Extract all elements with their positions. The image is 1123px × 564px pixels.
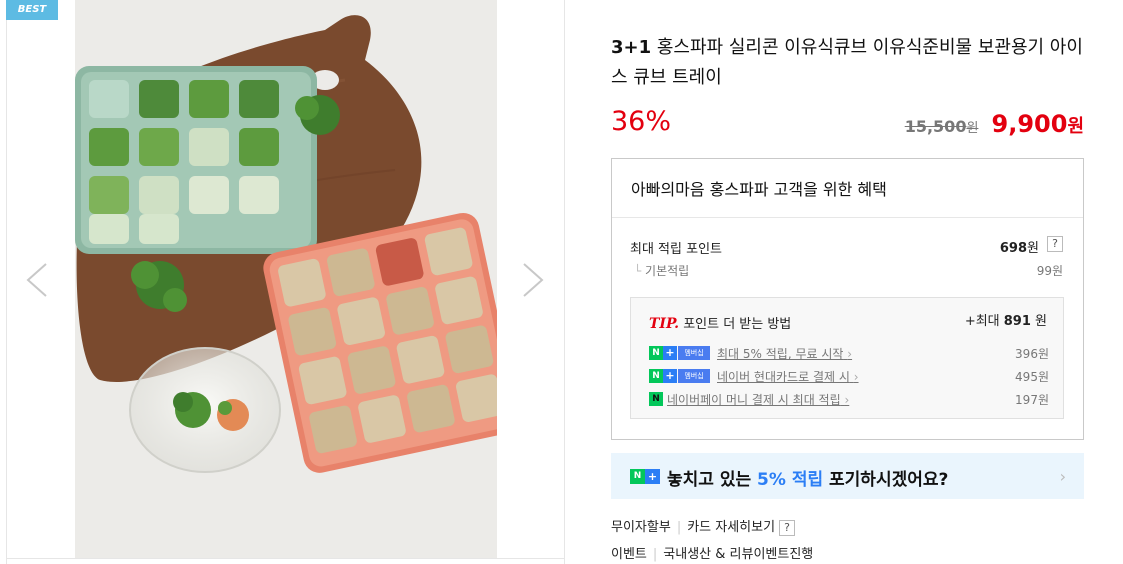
installment-row: 무이자할부 | 카드 자세히보기? bbox=[611, 516, 796, 536]
best-badge: BEST bbox=[6, 0, 58, 20]
basic-points-label-text: 기본적립 bbox=[645, 264, 690, 278]
chevron-left-icon bbox=[26, 263, 47, 297]
naver-n-icon: N bbox=[630, 469, 645, 484]
hyundai-card-link-text: 네이버 현대카드로 결제 시 bbox=[717, 370, 850, 384]
membership-promo-banner[interactable]: N + 놓치고 있는 5% 적립 포기하시겠어요? › bbox=[611, 453, 1084, 499]
image-panel-bottom-border bbox=[6, 558, 565, 559]
chevron-right-icon: › bbox=[847, 347, 853, 361]
tip-heading: TIP. 포인트 더 받는 방법 bbox=[649, 313, 791, 332]
original-price: 15,500 bbox=[904, 117, 967, 136]
tip-heading-text: 포인트 더 받는 방법 bbox=[679, 317, 792, 332]
indent-corner-icon: └ bbox=[634, 264, 646, 278]
naverpay-link[interactable]: 네이버페이 머니 결제 시 최대 적립 › bbox=[667, 391, 849, 408]
tip-max-unit: 원 bbox=[1030, 314, 1047, 329]
benefit-box: 아빠의마음 홍스파파 고객을 위한 혜택 최대 적립 포인트 698원 ? └ … bbox=[611, 158, 1084, 440]
plus-icon: + bbox=[645, 469, 660, 484]
product-image[interactable] bbox=[75, 0, 497, 558]
price-row: 15,500원 9,900원 bbox=[905, 110, 1084, 138]
membership-label: 멤버십 bbox=[678, 346, 710, 360]
membership-amount: 396원 bbox=[1015, 347, 1049, 361]
naver-plus-badge: N + bbox=[630, 469, 660, 484]
installment-label: 무이자할부 bbox=[611, 520, 671, 535]
naver-plus-membership-badge: N + 멤버십 bbox=[649, 369, 710, 383]
max-points-unit: 원 bbox=[1027, 241, 1039, 256]
naver-n-icon: N bbox=[649, 346, 663, 360]
benefit-title: 아빠의마음 홍스파파 고객을 위한 혜택 bbox=[631, 180, 887, 199]
sale-price: 9,900 bbox=[991, 110, 1068, 138]
naverpay-link-text: 네이버페이 머니 결제 시 최대 적립 bbox=[667, 393, 841, 407]
points-help-button[interactable]: ? bbox=[1047, 236, 1063, 252]
tip-max-value: 891 bbox=[1003, 314, 1031, 329]
divider bbox=[612, 217, 1083, 218]
promo-text: 놓치고 있는 5% 적립 포기하시겠어요? bbox=[667, 465, 948, 490]
tip-mark: TIP. bbox=[649, 316, 680, 332]
promo-text-highlight: 5% 적립 bbox=[757, 470, 824, 490]
max-points-value: 698원 bbox=[1000, 237, 1039, 256]
card-help-button[interactable]: ? bbox=[779, 519, 796, 536]
chevron-right-icon bbox=[523, 263, 544, 297]
basic-points-value: 99원 bbox=[1036, 264, 1063, 278]
next-image-arrow[interactable] bbox=[518, 262, 548, 298]
naver-plus-membership-badge: N + 멤버십 bbox=[649, 346, 710, 360]
max-points-number: 698 bbox=[999, 241, 1028, 256]
membership-link[interactable]: 최대 5% 적립, 무료 시작 › bbox=[717, 345, 852, 362]
naver-n-icon: N bbox=[649, 369, 663, 383]
card-details-link[interactable]: 카드 자세히보기 bbox=[687, 520, 775, 535]
tip-item-naverpay: N 네이버페이 머니 결제 시 최대 적립 › 197원 bbox=[649, 391, 1049, 407]
membership-link-text: 최대 5% 적립, 무료 시작 bbox=[717, 347, 844, 361]
hyundai-card-amount: 495원 bbox=[1015, 370, 1049, 384]
sale-price-unit: 원 bbox=[1067, 116, 1084, 137]
product-photo-illustration bbox=[75, 0, 497, 558]
event-text: 국내생산 & 리뷰이벤트진행 bbox=[663, 547, 814, 562]
hyundai-card-link[interactable]: 네이버 현대카드로 결제 시 › bbox=[717, 368, 859, 385]
product-title: 3+1 홍스파파 실리콘 이유식큐브 이유식준비물 보관용기 아이스 큐브 트레… bbox=[611, 33, 1084, 93]
tip-item-membership: N + 멤버십 최대 5% 적립, 무료 시작 › 396원 bbox=[649, 345, 1049, 361]
basic-points-label: └ 기본적립 bbox=[634, 262, 689, 279]
naverpay-icon: N bbox=[649, 392, 663, 406]
tip-max-prefix: +최대 bbox=[964, 314, 1004, 329]
discount-rate: 36% bbox=[611, 106, 672, 137]
tip-item-hyundai-card: N + 멤버십 네이버 현대카드로 결제 시 › 495원 bbox=[649, 368, 1049, 384]
prev-image-arrow[interactable] bbox=[22, 262, 52, 298]
plus-icon: + bbox=[663, 346, 677, 360]
promo-text-before: 놓치고 있는 bbox=[667, 470, 758, 490]
product-title-rest: 홍스파파 실리콘 이유식큐브 이유식준비물 보관용기 아이스 큐브 트레이 bbox=[611, 37, 1083, 88]
tip-max-points: +최대 891 원 bbox=[965, 310, 1047, 329]
membership-label: 멤버십 bbox=[678, 369, 710, 383]
plus-icon: + bbox=[663, 369, 677, 383]
naverpay-amount: 197원 bbox=[1015, 393, 1049, 407]
tip-box: TIP. 포인트 더 받는 방법 +최대 891 원 N + 멤버십 최대 5% 적… bbox=[630, 297, 1064, 419]
original-price-unit: 원 bbox=[966, 121, 979, 136]
event-row: 이벤트 | 국내생산 & 리뷰이벤트진행 bbox=[611, 543, 813, 562]
chevron-right-icon: › bbox=[853, 370, 859, 384]
divider: | bbox=[652, 547, 658, 562]
product-title-lead: 3+1 bbox=[611, 37, 652, 58]
event-label: 이벤트 bbox=[611, 547, 647, 562]
divider: | bbox=[676, 520, 682, 535]
chevron-right-icon: › bbox=[844, 393, 850, 407]
chevron-right-icon: › bbox=[1059, 467, 1066, 486]
max-points-label: 최대 적립 포인트 bbox=[630, 242, 722, 257]
promo-text-after: 포기하시겠어요? bbox=[823, 470, 949, 490]
